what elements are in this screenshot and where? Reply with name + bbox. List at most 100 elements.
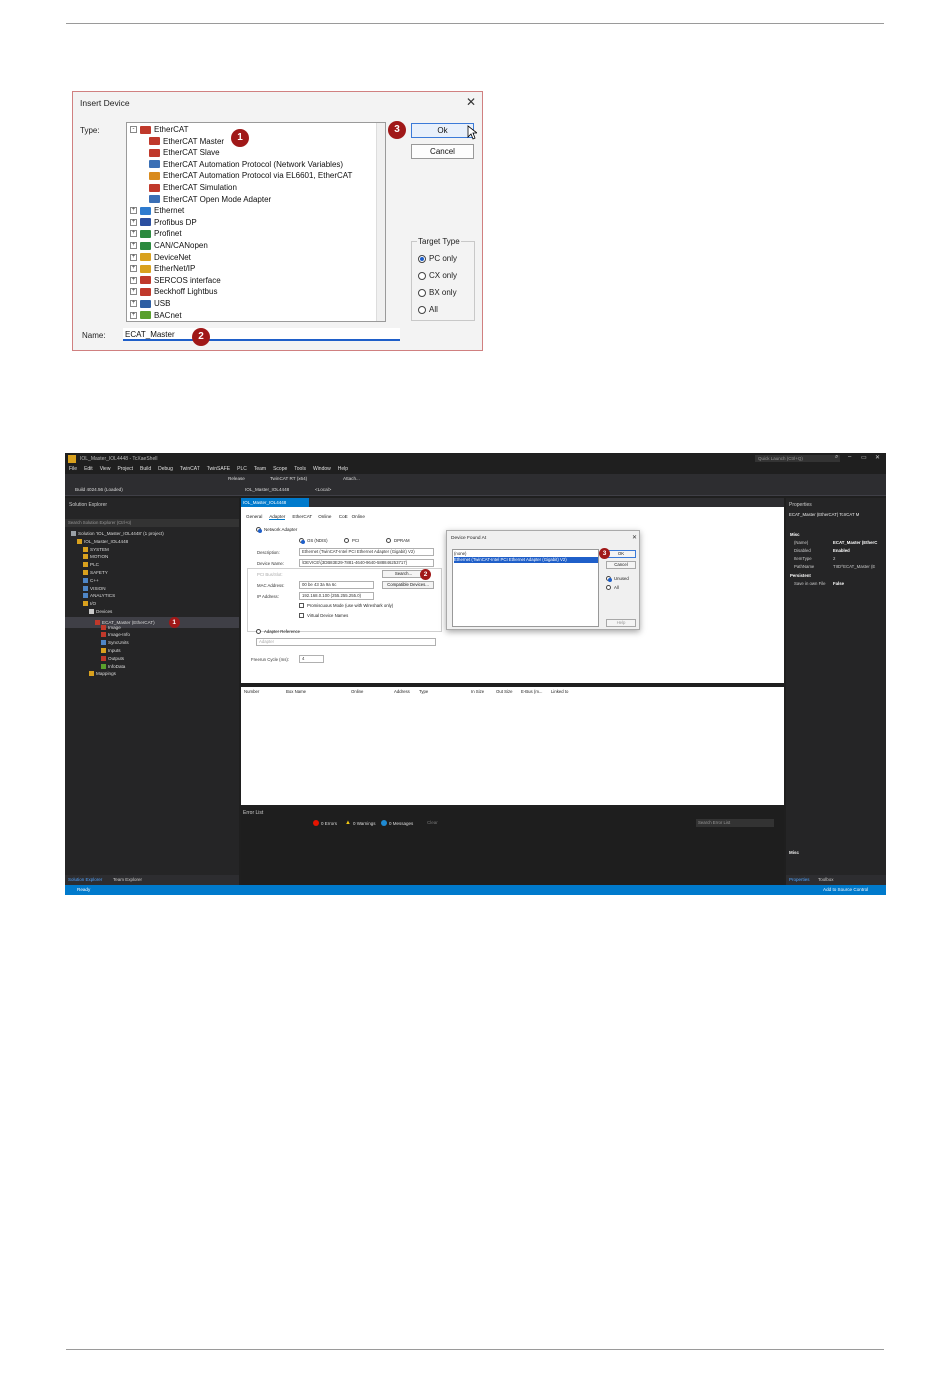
radio-bx-only[interactable]: BX only	[418, 288, 457, 297]
adapter-reference-select[interactable]: Adapter	[256, 638, 436, 646]
compatible-devices-button[interactable]: Compatible Devices...	[382, 581, 434, 589]
add-source-control[interactable]: Add to Source Control	[823, 887, 868, 892]
tree-item[interactable]: + CAN/CANopen	[130, 240, 208, 251]
solution-tree-node[interactable]: Mappings	[89, 671, 116, 677]
tab-team-explorer[interactable]: Team Explorer	[113, 877, 142, 882]
tab-solution-explorer[interactable]: Solution Explorer	[68, 877, 102, 882]
minimize-icon[interactable]: –	[848, 454, 851, 460]
doc-tab[interactable]: IOL_Master_IOL4448	[241, 498, 309, 507]
expand-icon[interactable]: +	[130, 218, 137, 226]
device-tab[interactable]: Adapter	[269, 514, 286, 520]
menu-item[interactable]: Project	[117, 465, 133, 474]
tree-item[interactable]: EtherCAT Simulation	[149, 182, 237, 193]
clear-button[interactable]: Clear	[427, 820, 438, 825]
menu-item[interactable]: TwinSAFE	[207, 465, 230, 474]
tree-item[interactable]: + Profibus DP	[130, 217, 197, 228]
radio-os-ndis[interactable]: OS (NDIS)	[299, 538, 328, 544]
radio-network-adapter[interactable]: Network Adapter	[256, 527, 297, 533]
mac-field[interactable]: 00 be 43 3a 9a 6c	[299, 581, 374, 589]
solution-tree-node[interactable]: IOL_Master_IOL4448	[77, 538, 128, 544]
tree-item[interactable]: + Ethernet	[130, 205, 184, 216]
solution-tree-node[interactable]: VISION	[83, 585, 106, 591]
device-type-tree[interactable]: - EtherCAT EtherCAT Master EtherCAT Slave Et…	[126, 122, 386, 322]
properties-object[interactable]: ECAT_Master (EtherCAT) TcIrCAT M	[789, 512, 859, 517]
search-icon[interactable]: ⌕	[835, 454, 838, 461]
expand-icon[interactable]: +	[130, 253, 137, 261]
errors-filter[interactable]: 0 Errors	[313, 820, 337, 826]
promiscuous-checkbox[interactable]: Promiscuous Mode (use with Wireshark onl…	[299, 603, 393, 608]
tree-item[interactable]: EtherCAT Slave	[149, 147, 220, 158]
ip-field[interactable]: 192.168.0.100 (255.255.255.0)	[299, 592, 374, 600]
radio-unused[interactable]: Unused	[606, 576, 629, 582]
tree-item[interactable]: EtherCAT Master	[149, 136, 224, 147]
solution-tree-node[interactable]: MOTION	[83, 554, 108, 560]
list-item-none[interactable]: (none)	[454, 551, 466, 556]
solution-tree-node[interactable]: Image-Info	[101, 632, 130, 638]
messages-filter[interactable]: 0 Messages	[381, 820, 413, 826]
device-found-list[interactable]: (none) Ethernet (TwinCAT-Intel PCI Ether…	[452, 549, 599, 627]
device-found-close-icon[interactable]: ✕	[632, 534, 637, 541]
grid-column-header[interactable]: In Size	[471, 689, 484, 694]
platform-dropdown[interactable]: TwinCAT RT (x64)	[270, 476, 307, 481]
solution-tree-node[interactable]: PLC	[83, 562, 99, 568]
collapse-icon[interactable]: -	[130, 126, 137, 133]
expand-icon[interactable]: +	[130, 276, 137, 284]
menu-item[interactable]: Window	[313, 465, 331, 474]
device-tab[interactable]: Online	[318, 514, 331, 519]
tree-scrollbar[interactable]	[376, 123, 385, 321]
ok-button[interactable]: Ok	[411, 123, 474, 138]
tree-item[interactable]: EtherCAT Automation Protocol (Network Va…	[149, 159, 343, 170]
solution-tree-node[interactable]: ANALYTICS	[83, 593, 115, 599]
expand-icon[interactable]: +	[130, 288, 137, 296]
grid-column-header[interactable]: Box Name	[286, 689, 306, 694]
menu-item[interactable]: Scope	[273, 465, 287, 474]
grid-column-header[interactable]: Address	[394, 689, 410, 694]
expand-icon[interactable]: +	[130, 265, 137, 273]
radio-all-devices[interactable]: All	[606, 585, 619, 590]
device-tab[interactable]: Online	[352, 514, 365, 519]
grid-column-header[interactable]: Linked to	[551, 689, 568, 694]
target-dropdown[interactable]: <Local>	[315, 487, 331, 492]
device-tab[interactable]: EtherCAT	[292, 514, 312, 519]
expand-icon[interactable]: +	[130, 230, 137, 238]
solution-tree-node[interactable]: Image	[101, 624, 121, 630]
tree-item[interactable]: + SERCOS interface	[130, 275, 221, 286]
solution-tree-node[interactable]: C++	[83, 577, 99, 583]
description-field[interactable]: Ethernet (TwinCAT-Intel PCI Ethernet Ada…	[299, 548, 434, 556]
grid-column-header[interactable]: Out Size	[496, 689, 512, 694]
device-found-cancel-button[interactable]: Cancel	[606, 561, 636, 569]
radio-dpram[interactable]: DPRAM	[386, 538, 410, 543]
solution-tree-node[interactable]: ECAT_Master (EtherCAT) 1	[65, 616, 239, 628]
tree-item[interactable]: + Profinet	[130, 228, 182, 239]
solution-tree-node[interactable]: SYSTEM	[83, 546, 109, 552]
menu-item[interactable]: View	[100, 465, 111, 474]
radio-pc-only[interactable]: PC only	[418, 254, 457, 263]
expand-icon[interactable]: +	[130, 311, 137, 319]
menu-item[interactable]: File	[69, 465, 77, 474]
warnings-filter[interactable]: ▲ 0 Warnings	[345, 820, 376, 826]
name-field[interactable]: ECAT_Master	[123, 328, 400, 341]
attach-button[interactable]: Attach...	[343, 476, 360, 481]
solution-tree-node[interactable]: Solution 'IOL_Master_IOL4448' (1 project…	[71, 531, 164, 536]
tree-item[interactable]: - EtherCAT	[130, 124, 189, 135]
menu-item[interactable]: Help	[338, 465, 348, 474]
close-icon[interactable]: ✕	[875, 454, 880, 461]
virtual-names-checkbox[interactable]: Virtual Device Names	[299, 613, 348, 618]
menu-item[interactable]: TwinCAT	[180, 465, 200, 474]
tab-toolbox[interactable]: Toolbox	[818, 877, 834, 882]
tree-item[interactable]: EtherCAT Open Mode Adapter	[149, 194, 271, 205]
freerun-field[interactable]: 4	[299, 655, 324, 663]
expand-icon[interactable]: +	[130, 300, 137, 307]
help-button[interactable]: Help	[606, 619, 636, 627]
close-icon[interactable]: ✕	[466, 95, 476, 109]
expand-icon[interactable]: +	[130, 242, 137, 249]
menu-item[interactable]: Edit	[84, 465, 93, 474]
solution-tree-node[interactable]: InfoData	[101, 663, 125, 669]
tree-item[interactable]: + BACnet	[130, 310, 182, 321]
solution-tree-node[interactable]: SAFETY	[83, 570, 108, 575]
cancel-button[interactable]: Cancel	[411, 144, 474, 159]
device-name-field[interactable]: \DEVICE\{3DB83E29-7881-4640-9640-5888462…	[299, 559, 434, 567]
menu-item[interactable]: Debug	[158, 465, 173, 474]
build-dropdown[interactable]: Build 4024.56 (Loaded)	[75, 487, 123, 492]
menu-item[interactable]: Team	[254, 465, 266, 474]
